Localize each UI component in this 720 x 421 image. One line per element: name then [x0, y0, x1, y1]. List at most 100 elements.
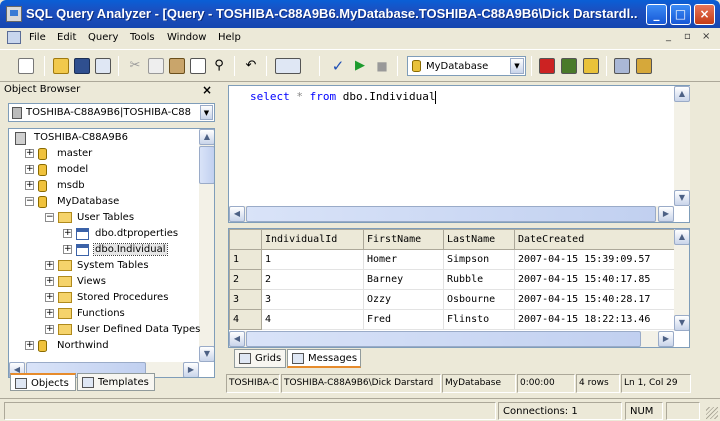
menu-edit[interactable]: Edit — [57, 32, 76, 43]
table-row[interactable]: 2 2 Barney Rubble 2007-04-15 15:40:17.85 — [229, 269, 675, 290]
scroll-up-button[interactable]: ▲ — [674, 86, 690, 102]
scroll-down-button[interactable]: ▼ — [674, 315, 689, 331]
column-header[interactable]: IndividualId — [261, 229, 364, 250]
tab-messages[interactable]: Messages — [287, 349, 361, 368]
object-search-icon[interactable] — [561, 58, 577, 74]
table-cell[interactable]: Rubble — [443, 269, 515, 290]
tree-node[interactable]: + User Defined Data Types — [9, 322, 200, 338]
scroll-thumb[interactable] — [246, 331, 641, 347]
tab-grids[interactable]: Grids — [234, 349, 286, 368]
new-query-icon[interactable] — [18, 58, 34, 74]
resize-grip[interactable] — [706, 407, 718, 419]
object-browser-icon[interactable] — [539, 58, 555, 74]
scroll-up-button[interactable]: ▲ — [674, 229, 689, 245]
collapse-icon[interactable]: − — [45, 213, 54, 222]
expand-icon[interactable]: + — [25, 165, 34, 174]
tab-templates[interactable]: Templates — [77, 373, 155, 391]
row-number[interactable]: 2 — [229, 269, 262, 290]
show-plan-icon[interactable] — [583, 58, 599, 74]
menu-window[interactable]: Window — [167, 32, 206, 43]
close-icon[interactable]: × — [202, 83, 212, 97]
tree-node[interactable]: + msdb — [9, 178, 199, 194]
chevron-down-icon[interactable]: ▼ — [510, 58, 524, 74]
grid-horizontal-scrollbar[interactable]: ◀ ▶ — [229, 331, 674, 347]
paste-icon[interactable] — [169, 58, 185, 74]
scroll-right-button[interactable]: ▶ — [658, 331, 674, 347]
find-icon[interactable]: ⚲ — [211, 58, 227, 74]
mdi-minimize-button[interactable]: _ — [666, 31, 671, 42]
column-header[interactable]: DateCreated — [514, 229, 675, 250]
editor-vertical-scrollbar[interactable]: ▲ ▼ — [674, 86, 690, 206]
table-cell[interactable]: Homer — [363, 249, 444, 270]
tree-node[interactable]: + model — [9, 162, 199, 178]
properties-icon[interactable] — [636, 58, 652, 74]
editor-horizontal-scrollbar[interactable]: ◀ ▶ — [229, 206, 674, 222]
tree-node[interactable]: + dbo.dtproperties — [9, 226, 199, 242]
expand-icon[interactable]: + — [63, 245, 72, 254]
save-icon[interactable] — [74, 58, 90, 74]
database-select[interactable]: MyDatabase ▼ — [407, 56, 526, 76]
results-mode-icon[interactable] — [275, 58, 301, 74]
table-row[interactable]: 4 4 Fred Flinsto 2007-04-15 18:22:13.46 — [229, 309, 675, 330]
scroll-down-button[interactable]: ▼ — [674, 190, 690, 206]
scroll-left-button[interactable]: ◀ — [229, 206, 245, 222]
table-row[interactable]: 1 1 Homer Simpson 2007-04-15 15:39:09.57 — [229, 249, 675, 270]
expand-icon[interactable]: + — [45, 325, 54, 334]
table-cell[interactable]: 3 — [261, 289, 364, 310]
undo-icon[interactable]: ↶ — [243, 58, 259, 74]
table-cell[interactable]: Barney — [363, 269, 444, 290]
execute-icon[interactable]: ▶ — [352, 58, 368, 74]
tree-node[interactable]: − User Tables — [9, 210, 199, 226]
menu-tools[interactable]: Tools — [130, 32, 155, 43]
close-button[interactable]: × — [694, 4, 715, 25]
mdi-restore-button[interactable]: ▫ — [684, 31, 691, 42]
clear-window-icon[interactable] — [190, 58, 206, 74]
scroll-down-button[interactable]: ▼ — [199, 346, 214, 362]
chevron-down-icon[interactable]: ▼ — [200, 105, 213, 120]
table-row[interactable]: 3 3 Ozzy Osbourne 2007-04-15 15:40:28.17 — [229, 289, 675, 310]
table-cell[interactable]: 2007-04-15 15:40:28.17 — [514, 289, 675, 310]
mdi-close-button[interactable]: × — [702, 31, 710, 42]
expand-icon[interactable]: + — [25, 181, 34, 190]
table-cell[interactable]: Osbourne — [443, 289, 515, 310]
expand-icon[interactable]: + — [63, 229, 72, 238]
table-cell[interactable]: Ozzy — [363, 289, 444, 310]
tree-node[interactable]: + master — [9, 146, 199, 162]
mdi-window-icon[interactable] — [7, 31, 21, 44]
query-text[interactable]: select * from dbo.Individual — [250, 90, 437, 104]
menu-help[interactable]: Help — [218, 32, 241, 43]
table-cell[interactable]: 1 — [261, 249, 364, 270]
expand-icon[interactable]: + — [25, 149, 34, 158]
menu-file[interactable]: File — [29, 32, 46, 43]
maximize-button[interactable]: □ — [670, 4, 691, 25]
cancel-icon[interactable]: ■ — [374, 58, 390, 74]
scroll-thumb[interactable] — [246, 206, 656, 222]
app-icon[interactable] — [6, 6, 22, 22]
table-cell[interactable]: 2 — [261, 269, 364, 290]
table-cell[interactable]: 2007-04-15 18:22:13.46 — [514, 309, 675, 330]
parse-icon[interactable]: ✓ — [330, 58, 346, 74]
tree-node[interactable]: TOSHIBA-C88A9B6 — [9, 130, 199, 146]
query-editor[interactable]: select * from dbo.Individual ▲ ▼ ◀ ▶ — [228, 85, 690, 223]
server-select[interactable]: TOSHIBA-C88A9B6|TOSHIBA-C88 ▼ — [8, 103, 215, 122]
tree-node[interactable]: + System Tables — [9, 258, 199, 274]
table-cell[interactable]: 2007-04-15 15:40:17.85 — [514, 269, 675, 290]
tree-node[interactable]: + Views — [9, 274, 199, 290]
tree-node[interactable]: + dbo.Individual — [9, 242, 199, 258]
scroll-right-button[interactable]: ▶ — [658, 206, 674, 222]
table-cell[interactable]: Simpson — [443, 249, 515, 270]
tree-node[interactable]: + Stored Procedures — [9, 290, 199, 306]
tree-node[interactable]: − MyDatabase — [9, 194, 199, 210]
tab-objects[interactable]: Objects — [10, 373, 76, 391]
tree-node[interactable]: + Northwind — [9, 338, 199, 354]
expand-icon[interactable]: + — [45, 277, 54, 286]
expand-icon[interactable]: + — [45, 261, 54, 270]
open-icon[interactable] — [53, 58, 69, 74]
table-cell[interactable]: 2007-04-15 15:39:09.57 — [514, 249, 675, 270]
scroll-up-button[interactable]: ▲ — [199, 129, 214, 145]
table-cell[interactable]: Flinsto — [443, 309, 515, 330]
expand-icon[interactable]: + — [25, 341, 34, 350]
table-cell[interactable]: Fred — [363, 309, 444, 330]
row-number[interactable]: 1 — [229, 249, 262, 270]
copy-icon[interactable] — [148, 58, 164, 74]
